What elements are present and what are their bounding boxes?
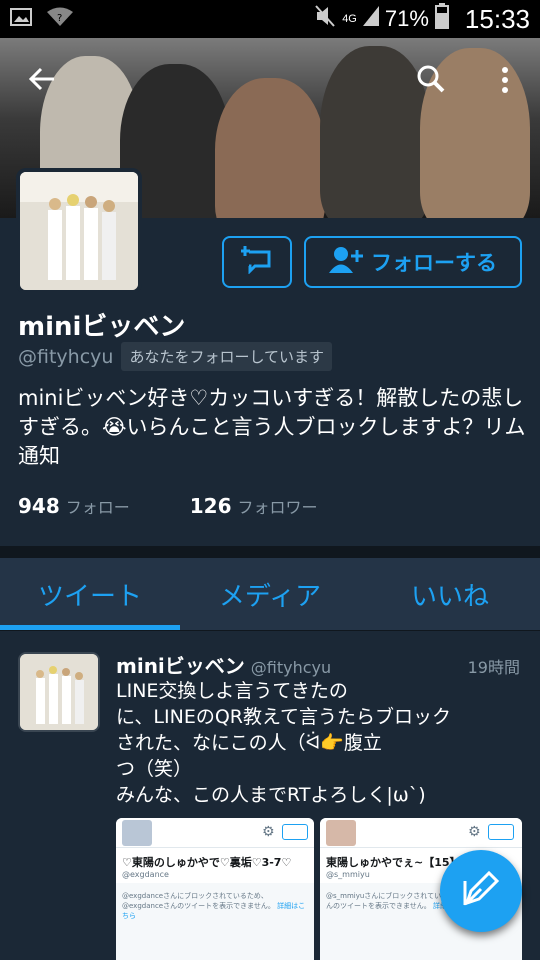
gallery-notification-icon [10, 7, 32, 32]
dm-icon [282, 824, 308, 840]
handle-row: @fityhcyu あなたをフォローしています [18, 342, 332, 371]
following-stat[interactable]: 948 フォロー [18, 494, 130, 518]
dm-icon [488, 824, 514, 840]
gear-icon: ⚙ [468, 824, 481, 840]
battery-icon [434, 3, 449, 35]
follow-button-label: フォローする [371, 251, 497, 275]
tweet-media-image[interactable]: ⚙ ♡東陽のしゅかやで♡裏垢♡3-7♡ @exgdance @exgdanceさ… [116, 818, 314, 960]
status-bar: ? 4G 71% 15:33 [0, 0, 540, 38]
tweet-author-handle: @fityhcyu [250, 658, 332, 677]
tweet-text: LINE交換しよ言うてきたの に、LINEのQR教えて言うたらブロック された、… [116, 680, 452, 806]
tab-tweets[interactable]: ツイート [0, 558, 180, 630]
section-divider [0, 546, 540, 558]
profile-avatar[interactable] [16, 168, 142, 294]
battery-percentage: 71% [384, 6, 429, 31]
media-account-handle: @exgdance [116, 870, 314, 883]
back-arrow-icon[interactable] [28, 66, 56, 96]
search-icon[interactable] [416, 64, 446, 98]
wifi-icon: ? [46, 6, 74, 33]
profile-display-name: miniビッベン [18, 312, 186, 342]
profile-stats: 948 フォロー 126 フォロワー [18, 494, 318, 518]
mute-icon [314, 4, 336, 34]
tweet-header: miniビッベン @fityhcyu 19時間 [116, 650, 520, 679]
banner-person [215, 78, 325, 218]
compose-tweet-button[interactable] [440, 850, 522, 932]
tab-media[interactable]: メディア [180, 558, 360, 630]
following-count: 948 [18, 494, 60, 518]
media-avatar [326, 820, 356, 846]
media-blocked-message: @exgdanceさんにブロックされているため、@exgdanceさんのツイート… [116, 883, 314, 929]
media-avatar [122, 820, 152, 846]
svg-text:?: ? [57, 13, 62, 24]
add-user-icon [329, 246, 363, 279]
media-account-title: ♡東陽のしゅかやで♡裏垢♡3-7♡ [116, 848, 314, 870]
gear-icon: ⚙ [262, 824, 275, 840]
signal-icon [362, 4, 379, 34]
media-image-header: ⚙ [116, 818, 314, 848]
profile-tabs: ツイート メディア いいね [0, 558, 540, 630]
follow-button[interactable]: フォローする [304, 236, 522, 288]
followers-count: 126 [189, 494, 232, 518]
media-image-header: ⚙ [320, 818, 522, 848]
followers-stat[interactable]: 126 フォロワー [190, 494, 318, 518]
clock: 15:33 [464, 3, 530, 34]
following-label: フォロー [65, 498, 130, 517]
tweet-timestamp: 19時間 [467, 658, 520, 677]
profile-bio: miniビッベン好き♡カッコいすぎる！解散したの悲しすぎる。😭いらんこと言う人ブ… [18, 386, 526, 468]
profile-handle: @fityhcyu [18, 345, 114, 368]
tweet-author-name[interactable]: miniビッベン [116, 650, 245, 679]
network-type: 4G [342, 13, 357, 25]
compose-tweet-icon [461, 869, 501, 913]
tabs-separator [0, 630, 540, 631]
followers-label: フォロワー [237, 498, 318, 517]
direct-message-icon [240, 246, 273, 278]
overflow-menu-icon[interactable] [500, 66, 510, 98]
follows-you-badge: あなたをフォローしています [121, 342, 332, 371]
tab-likes[interactable]: いいね [360, 558, 540, 630]
media-blocked-text: @exgdanceさんにブロックされているため、@exgdanceさんのツイート… [122, 892, 275, 910]
direct-message-button[interactable] [222, 236, 292, 288]
banner-person [320, 46, 430, 218]
tweet-avatar[interactable] [18, 652, 100, 732]
